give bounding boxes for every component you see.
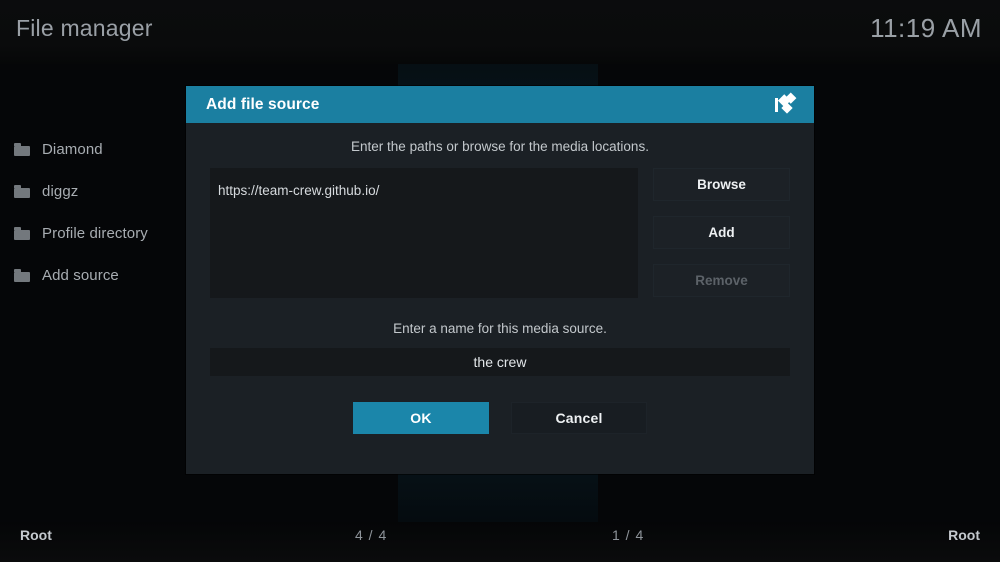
status-right-path: Root [948, 527, 980, 543]
sidebar-item-diamond[interactable]: Diamond [0, 128, 190, 170]
status-left-path: Root [20, 527, 52, 543]
add-button[interactable]: Add [653, 216, 790, 249]
paths-listbox[interactable]: https://team-crew.github.io/ [210, 168, 638, 298]
clock: 11:19 AM [870, 12, 982, 43]
source-name-input[interactable]: the crew [210, 348, 790, 376]
paths-action-buttons: Browse Add Remove [653, 168, 790, 298]
sidebar-item-profile-directory[interactable]: Profile directory [0, 212, 190, 254]
sidebar-item-label: Profile directory [42, 224, 148, 242]
kodi-logo-icon [770, 90, 800, 120]
sidebar-item-label: diggz [42, 182, 79, 200]
page-title: File manager [16, 14, 153, 41]
sidebar-item-add-source[interactable]: Add source [0, 254, 190, 296]
sidebar-item-diggz[interactable]: diggz [0, 170, 190, 212]
folder-icon [14, 269, 30, 282]
add-file-source-dialog: Add file source Enter the paths or brows… [186, 86, 814, 474]
dialog-title: Add file source [206, 95, 320, 113]
folder-icon [14, 143, 30, 156]
browse-button[interactable]: Browse [653, 168, 790, 201]
folder-icon [14, 185, 30, 198]
ok-button[interactable]: OK [353, 402, 489, 434]
dialog-action-row: OK Cancel [186, 402, 814, 434]
paths-hint-label: Enter the paths or browse for the media … [351, 139, 649, 154]
name-hint-label: Enter a name for this media source. [393, 321, 607, 336]
remove-button: Remove [653, 264, 790, 297]
status-bar: Root 4 / 4 1 / 4 Root [0, 514, 1000, 562]
path-list-item[interactable]: https://team-crew.github.io/ [210, 178, 638, 202]
paths-row: https://team-crew.github.io/ Browse Add … [186, 154, 814, 298]
dialog-header: Add file source [186, 86, 814, 123]
folder-icon [14, 227, 30, 240]
status-left-count: 4 / 4 [355, 527, 388, 543]
status-right-count: 1 / 4 [612, 527, 645, 543]
sidebar-item-label: Add source [42, 266, 119, 284]
top-bar: File manager 11:19 AM [0, 0, 1000, 56]
file-source-list: Diamond diggz Profile directory Add sour… [0, 128, 190, 296]
sidebar-item-label: Diamond [42, 140, 103, 158]
cancel-button[interactable]: Cancel [511, 402, 647, 434]
dialog-body: Enter the paths or browse for the media … [186, 123, 814, 474]
